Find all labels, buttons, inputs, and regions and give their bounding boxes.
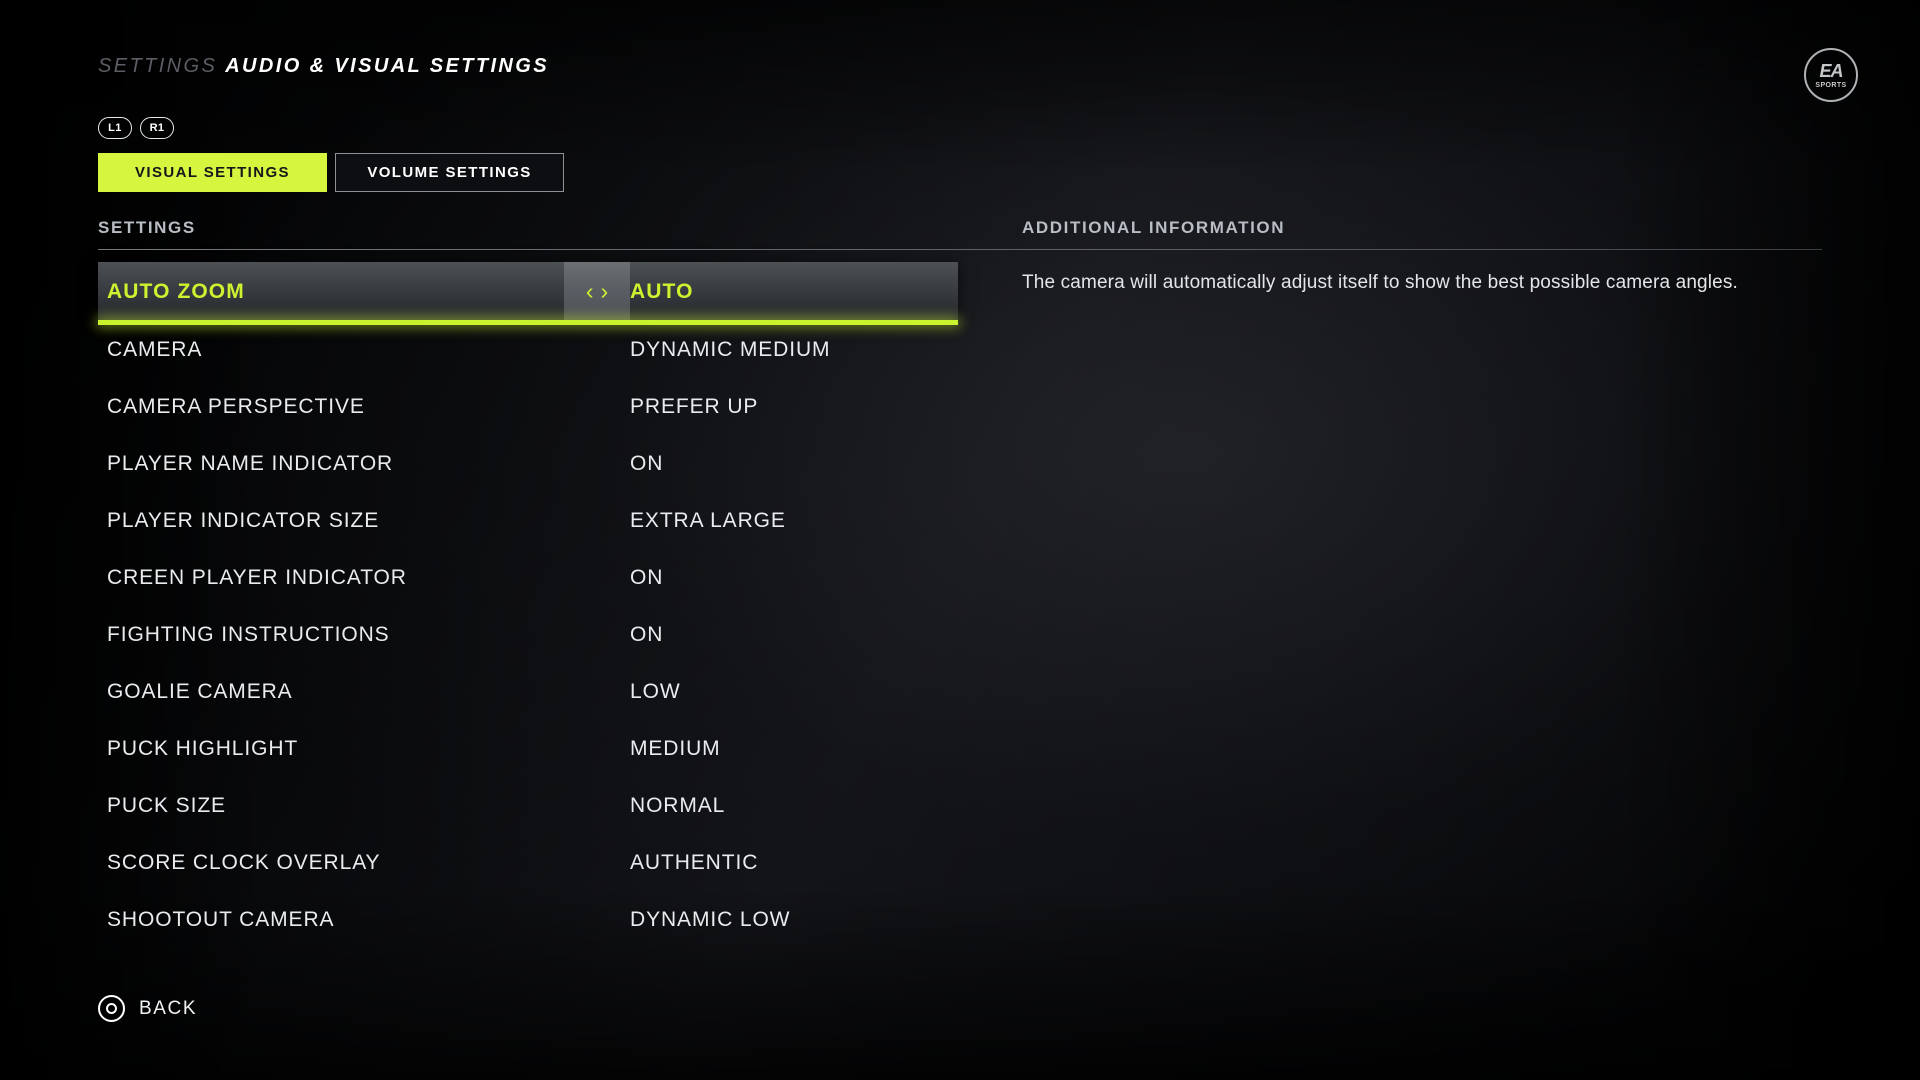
tab-bar: VISUAL SETTINGS VOLUME SETTINGS (98, 153, 564, 192)
setting-row[interactable]: CREEN PLAYER INDICATOR‹›ON (98, 549, 958, 606)
setting-row-label: PUCK SIZE (107, 793, 226, 817)
setting-row-value: NORMAL (630, 793, 726, 817)
setting-row-label: PLAYER NAME INDICATOR (107, 451, 394, 475)
setting-row-label: CREEN PLAYER INDICATOR (107, 565, 407, 589)
additional-information-header: ADDITIONAL INFORMATION (1022, 218, 1286, 237)
setting-row-value: LOW (630, 679, 681, 703)
setting-row-value: ON (630, 451, 664, 475)
setting-row-label: CAMERA (107, 337, 203, 361)
setting-row-label: PUCK HIGHLIGHT (107, 736, 299, 760)
setting-row[interactable]: SCORE CLOCK OVERLAY‹›AUTHENTIC (98, 834, 958, 891)
setting-row[interactable]: GOALIE CAMERA‹›LOW (98, 663, 958, 720)
shoulder-button-r1[interactable]: R1 (140, 117, 174, 139)
shoulder-button-l1[interactable]: L1 (98, 117, 132, 139)
header-divider (98, 249, 1822, 250)
ea-logo-subtext: SPORTS (1815, 81, 1847, 89)
setting-row-label: SCORE CLOCK OVERLAY (107, 850, 381, 874)
tab-visual-settings[interactable]: VISUAL SETTINGS (98, 153, 327, 192)
setting-row[interactable]: CAMERA PERSPECTIVE‹›PREFER UP (98, 378, 958, 435)
setting-row[interactable]: PLAYER NAME INDICATOR‹›ON (98, 435, 958, 492)
setting-row[interactable]: FIGHTING INSTRUCTIONS‹›ON (98, 606, 958, 663)
circle-button-inner-dot (106, 1003, 117, 1014)
settings-column-header: SETTINGS (98, 218, 196, 237)
setting-row-label: PLAYER INDICATOR SIZE (107, 508, 380, 532)
setting-row[interactable]: SHOOTOUT CAMERA‹›DYNAMIC LOW (98, 891, 958, 948)
setting-row-value: AUTO (630, 279, 694, 303)
setting-row-value: AUTHENTIC (630, 850, 759, 874)
setting-row-value: DYNAMIC MEDIUM (630, 337, 831, 361)
back-button-label: BACK (139, 997, 198, 1019)
shoulder-button-row: L1 R1 (98, 117, 174, 139)
setting-row[interactable]: PLAYER INDICATOR SIZE‹›EXTRA LARGE (98, 492, 958, 549)
breadcrumb-current: AUDIO & VISUAL SETTINGS (225, 55, 549, 77)
breadcrumb: SETTINGS AUDIO & VISUAL SETTINGS (98, 55, 549, 78)
back-button[interactable]: BACK (98, 995, 197, 1022)
setting-row[interactable]: PUCK HIGHLIGHT‹›MEDIUM (98, 720, 958, 777)
tab-volume-settings[interactable]: VOLUME SETTINGS (335, 153, 564, 192)
additional-information-text: The camera will automatically adjust its… (1022, 272, 1738, 293)
setting-row[interactable]: PUCK SIZE‹›NORMAL (98, 777, 958, 834)
setting-row-value: PREFER UP (630, 394, 759, 418)
setting-row-label: CAMERA PERSPECTIVE (107, 394, 365, 418)
setting-row[interactable]: CAMERA‹›DYNAMIC MEDIUM (98, 321, 958, 378)
ea-sports-logo-icon: EA SPORTS (1804, 48, 1858, 102)
settings-list: AUTO ZOOM‹›AUTOCAMERA‹›DYNAMIC MEDIUMCAM… (98, 262, 958, 948)
circle-button-icon (98, 995, 125, 1022)
chevron-right-icon[interactable]: › (601, 280, 609, 303)
setting-value-stepper[interactable]: ‹ › (564, 262, 630, 321)
setting-row[interactable]: AUTO ZOOM ‹ › AUTO (98, 262, 958, 325)
chevron-left-icon[interactable]: ‹ (586, 280, 594, 303)
setting-row-value: DYNAMIC LOW (630, 907, 791, 931)
ea-logo-mark: EA (1819, 60, 1843, 81)
setting-row-label: GOALIE CAMERA (107, 679, 293, 703)
setting-row-label: FIGHTING INSTRUCTIONS (107, 622, 390, 646)
additional-information-panel: The camera will automatically adjust its… (1022, 268, 1792, 298)
setting-row-value: EXTRA LARGE (630, 508, 786, 532)
setting-row-value: MEDIUM (630, 736, 721, 760)
breadcrumb-parent[interactable]: SETTINGS (98, 55, 217, 77)
setting-row-value: ON (630, 565, 664, 589)
setting-row-label: AUTO ZOOM (107, 279, 245, 303)
setting-row-value: ON (630, 622, 664, 646)
setting-row-label: SHOOTOUT CAMERA (107, 907, 335, 931)
